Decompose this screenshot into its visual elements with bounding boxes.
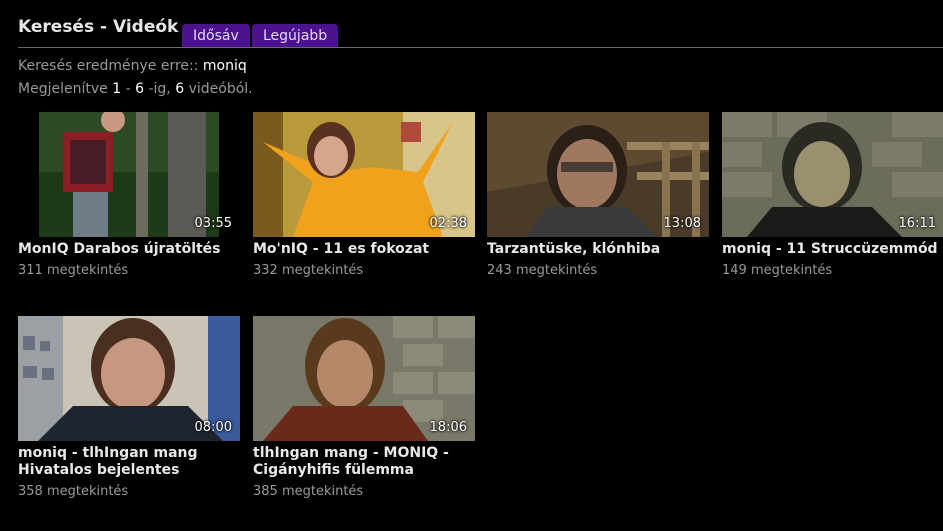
result-range: Megjelenítve 1 - 6 -ig, 6 videóból.	[18, 81, 253, 97]
video-duration: 02:38	[429, 216, 467, 231]
video-views: 332 megtekintés	[253, 263, 364, 278]
range-from: 1	[112, 81, 122, 97]
video-card[interactable]: 08:00 moniq - tlhIngan mang Hivatalos be…	[18, 316, 240, 499]
video-duration: 03:55	[194, 216, 232, 231]
video-thumbnail[interactable]: 18:06	[253, 316, 475, 441]
tab-newest[interactable]: Legújabb	[252, 24, 339, 48]
range-total-suffix: videóból.	[188, 81, 253, 97]
range-prefix: Megjelenítve	[18, 81, 108, 97]
video-title[interactable]: tlhIngan mang - MONIQ - Cigányhifis füle…	[253, 445, 475, 479]
video-views: 149 megtekintés	[722, 263, 833, 278]
video-views: 358 megtekintés	[18, 484, 129, 499]
video-duration: 16:11	[898, 216, 936, 231]
video-card[interactable]: 13:08 Tarzantüske, klónhiba 243 megtekin…	[487, 112, 709, 278]
video-card[interactable]: 16:11 moniq - 11 Struccüzemmód 149 megte…	[722, 112, 943, 278]
range-to: 6	[135, 81, 145, 97]
video-thumbnail[interactable]: 02:38	[253, 112, 475, 237]
query-label: Keresés eredménye erre::	[18, 58, 199, 74]
video-title[interactable]: moniq - tlhIngan mang Hivatalos bejelent…	[18, 445, 240, 479]
video-card[interactable]: 02:38 Mo'nIQ - 11 es fokozat 332 megteki…	[253, 112, 475, 278]
video-title[interactable]: Mo'nIQ - 11 es fokozat	[253, 241, 475, 258]
video-thumbnail[interactable]: 16:11	[722, 112, 943, 237]
query-value: moniq	[202, 58, 247, 74]
video-title[interactable]: moniq - 11 Struccüzemmód	[722, 241, 943, 258]
video-thumbnail[interactable]: 03:55	[18, 112, 240, 237]
video-views: 385 megtekintés	[253, 484, 364, 499]
video-card[interactable]: 18:06 tlhIngan mang - MONIQ - Cigányhifi…	[253, 316, 475, 499]
range-dash: -	[125, 81, 131, 97]
range-total: 6	[175, 81, 185, 97]
video-thumbnail[interactable]: 08:00	[18, 316, 240, 441]
video-card[interactable]: 03:55 MonIQ Darabos újratöltés 311 megte…	[18, 112, 240, 278]
page-title: Keresés - Videók	[18, 17, 179, 37]
video-views: 311 megtekintés	[18, 263, 129, 278]
header-divider	[18, 47, 943, 48]
video-title[interactable]: Tarzantüske, klónhiba	[487, 241, 709, 258]
search-summary: Keresés eredménye erre:: moniq	[18, 58, 247, 74]
video-thumbnail[interactable]: 13:08	[487, 112, 709, 237]
video-views: 243 megtekintés	[487, 263, 598, 278]
page-header: Keresés - Videók Idősáv Legújabb	[18, 0, 943, 48]
video-duration: 08:00	[194, 420, 232, 435]
video-duration: 18:06	[429, 420, 467, 435]
video-duration: 13:08	[663, 216, 701, 231]
tab-timeline[interactable]: Idősáv	[182, 24, 250, 48]
range-to-suffix: -ig,	[148, 81, 171, 97]
video-title[interactable]: MonIQ Darabos újratöltés	[18, 241, 240, 258]
